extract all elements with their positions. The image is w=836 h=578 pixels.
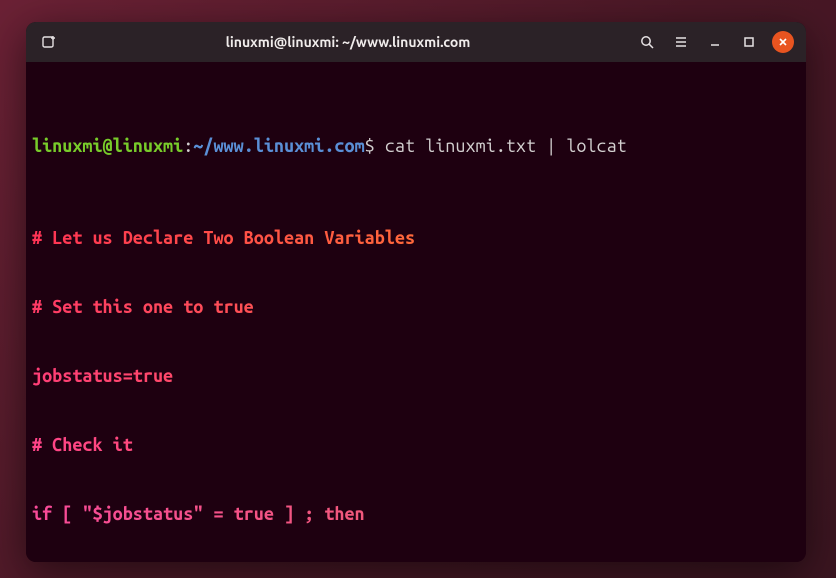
hamburger-icon bbox=[673, 34, 689, 50]
terminal-body[interactable]: linuxmi@linuxmi:~/www.linuxmi.com$ cat l… bbox=[26, 62, 806, 562]
prompt-path: ~/www.linuxmi.com bbox=[193, 136, 364, 156]
menu-button[interactable] bbox=[666, 28, 696, 56]
file-line: jobstatus=true bbox=[32, 365, 800, 388]
new-tab-icon bbox=[41, 34, 57, 50]
maximize-button[interactable] bbox=[734, 28, 764, 56]
minimize-button[interactable] bbox=[700, 28, 730, 56]
window-title: linuxmi@linuxmi: ~/www.linuxmi.com bbox=[72, 34, 624, 50]
prompt-line: linuxmi@linuxmi:~/www.linuxmi.com$ cat l… bbox=[32, 135, 800, 158]
search-icon bbox=[639, 34, 655, 50]
close-button[interactable] bbox=[768, 28, 798, 56]
terminal-window: linuxmi@linuxmi: ~/www.linuxmi.com linu bbox=[26, 22, 806, 562]
command-text: cat linuxmi.txt | lolcat bbox=[375, 136, 627, 156]
new-tab-button[interactable] bbox=[34, 28, 64, 56]
close-icon bbox=[777, 36, 789, 48]
file-line: # Check it bbox=[32, 434, 800, 457]
prompt-sep: : bbox=[183, 136, 193, 156]
prompt-dollar: $ bbox=[365, 136, 375, 156]
maximize-icon bbox=[742, 35, 756, 49]
file-line: # Set this one to true bbox=[32, 296, 800, 319]
file-line: if [ "$jobstatus" = true ] ; then bbox=[32, 503, 800, 526]
search-button[interactable] bbox=[632, 28, 662, 56]
file-line: # Let us Declare Two Boolean Variables bbox=[32, 227, 800, 250]
minimize-icon bbox=[708, 35, 722, 49]
titlebar: linuxmi@linuxmi: ~/www.linuxmi.com bbox=[26, 22, 806, 62]
prompt-user: linuxmi@linuxmi bbox=[32, 136, 183, 156]
